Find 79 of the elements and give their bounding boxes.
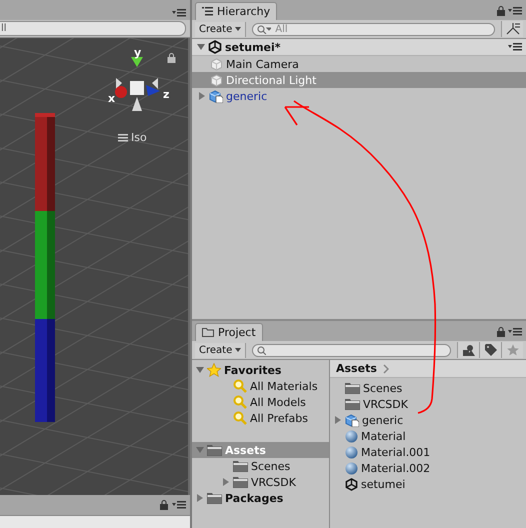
tree-item[interactable]: All Prefabs xyxy=(192,410,329,426)
create-button[interactable]: Create xyxy=(195,342,246,358)
unity-logo-icon xyxy=(345,478,358,490)
magnifier-icon xyxy=(233,395,247,409)
collapsed-arrow-icon[interactable] xyxy=(196,494,204,502)
filter-type-button[interactable] xyxy=(457,342,479,358)
expanded-arrow-icon[interactable] xyxy=(197,43,205,51)
cube-icon xyxy=(210,74,223,86)
tree-item[interactable]: All Models xyxy=(192,394,329,410)
caret-icon xyxy=(235,348,242,352)
hierarchy-icon xyxy=(506,23,520,35)
hierarchy-tab[interactable]: Hierarchy xyxy=(195,2,278,20)
menu-icon[interactable] xyxy=(172,9,186,17)
project-tab[interactable]: Project xyxy=(195,323,263,341)
menu-icon[interactable] xyxy=(508,328,522,336)
shapes-icon xyxy=(462,344,474,356)
star-icon xyxy=(506,344,518,356)
unity-logo-icon xyxy=(208,40,222,54)
menu-icon[interactable] xyxy=(118,134,128,142)
breadcrumb[interactable]: Assets xyxy=(336,362,377,375)
folder-icon xyxy=(233,460,248,472)
prefab-icon xyxy=(345,414,359,426)
lock-icon[interactable] xyxy=(167,53,176,63)
folder-outline-icon xyxy=(202,328,214,337)
menu-icon[interactable] xyxy=(508,7,522,15)
search-icon xyxy=(257,346,266,354)
magnifier-icon xyxy=(233,379,247,393)
lock-icon[interactable] xyxy=(497,327,505,337)
tree-item[interactable]: All Materials xyxy=(192,378,329,394)
scene-header[interactable]: setumei* xyxy=(192,39,526,56)
asset-item[interactable]: generic xyxy=(330,412,526,428)
axis-label: y xyxy=(134,46,142,59)
prefab-icon xyxy=(209,90,223,102)
tree-item[interactable]: Favorites xyxy=(192,362,329,378)
folder-icon xyxy=(345,382,360,394)
favorite-star-button[interactable] xyxy=(501,342,523,358)
asset-item[interactable]: Material xyxy=(330,428,526,444)
asset-item[interactable]: VRCSDK xyxy=(330,396,526,412)
folder-icon xyxy=(207,492,222,504)
search-field[interactable]: All xyxy=(252,22,495,36)
sphere-icon xyxy=(345,446,358,458)
search-field[interactable]: ll xyxy=(0,21,186,36)
menu-icon[interactable] xyxy=(508,42,522,50)
list-icon xyxy=(202,7,213,16)
folder-icon xyxy=(207,444,222,456)
tag-icon xyxy=(484,344,496,356)
lock-icon[interactable] xyxy=(497,6,505,16)
hierarchy-item[interactable]: generic xyxy=(192,88,526,104)
menu-icon[interactable] xyxy=(172,501,186,509)
asset-item[interactable]: setumei xyxy=(330,476,526,492)
projection-label[interactable]: Iso xyxy=(131,131,147,144)
tree-item[interactable]: Scenes xyxy=(192,458,329,474)
sphere-icon xyxy=(345,430,358,442)
asset-item[interactable]: Material.002 xyxy=(330,460,526,476)
sphere-icon xyxy=(345,462,358,474)
star-icon xyxy=(207,363,221,377)
asset-item[interactable]: Scenes xyxy=(330,380,526,396)
collapsed-arrow-icon[interactable] xyxy=(198,92,206,100)
collapsed-arrow-icon[interactable] xyxy=(222,478,230,486)
hierarchy-item[interactable]: Main Camera xyxy=(192,56,526,72)
folder-icon xyxy=(345,398,360,410)
cube-icon xyxy=(210,58,223,70)
magnifier-icon xyxy=(233,411,247,425)
lock-icon[interactable] xyxy=(160,500,168,510)
search-field[interactable] xyxy=(252,344,451,356)
search-icon xyxy=(257,24,272,34)
axis-label: x xyxy=(108,92,116,105)
folder-icon xyxy=(233,476,248,488)
create-button[interactable]: Create xyxy=(195,22,246,36)
chevron-icon xyxy=(382,364,389,374)
tree-item[interactable]: Packages xyxy=(192,490,329,506)
axis-label: z xyxy=(163,88,170,101)
caret-icon xyxy=(235,27,242,31)
asset-item[interactable]: Material.001 xyxy=(330,444,526,460)
tree-item[interactable]: VRCSDK xyxy=(192,474,329,490)
expanded-arrow-icon[interactable] xyxy=(196,366,204,374)
hierarchy-view-button[interactable] xyxy=(501,21,523,37)
collapsed-arrow-icon[interactable] xyxy=(334,416,342,424)
label-tag-button[interactable] xyxy=(479,342,501,358)
